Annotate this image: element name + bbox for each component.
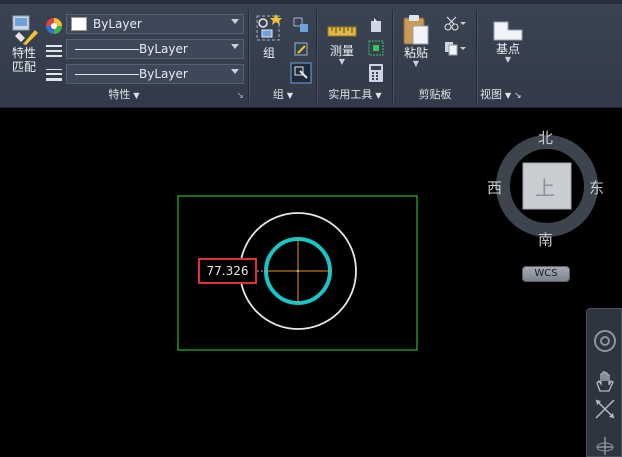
compass-west[interactable]: 西 xyxy=(487,177,502,198)
wcs-menu-button[interactable]: WCS xyxy=(522,266,570,282)
orbit-icon[interactable] xyxy=(593,435,617,457)
compass-east[interactable]: 东 xyxy=(589,177,604,198)
steering-wheel-icon[interactable] xyxy=(593,329,617,357)
dimension-value: 77.326 xyxy=(206,264,249,278)
compass-north[interactable]: 北 xyxy=(538,127,553,148)
viewcube[interactable]: 北 南 东 西 上 xyxy=(485,125,610,250)
pan-hand-icon[interactable] xyxy=(593,369,617,397)
viewcube-top-face[interactable]: 上 xyxy=(535,172,555,201)
navigation-bar xyxy=(586,308,622,457)
zoom-icon[interactable] xyxy=(593,397,617,425)
compass-south[interactable]: 南 xyxy=(538,229,553,250)
dimension-input-box[interactable]: 77.326 xyxy=(198,258,257,284)
